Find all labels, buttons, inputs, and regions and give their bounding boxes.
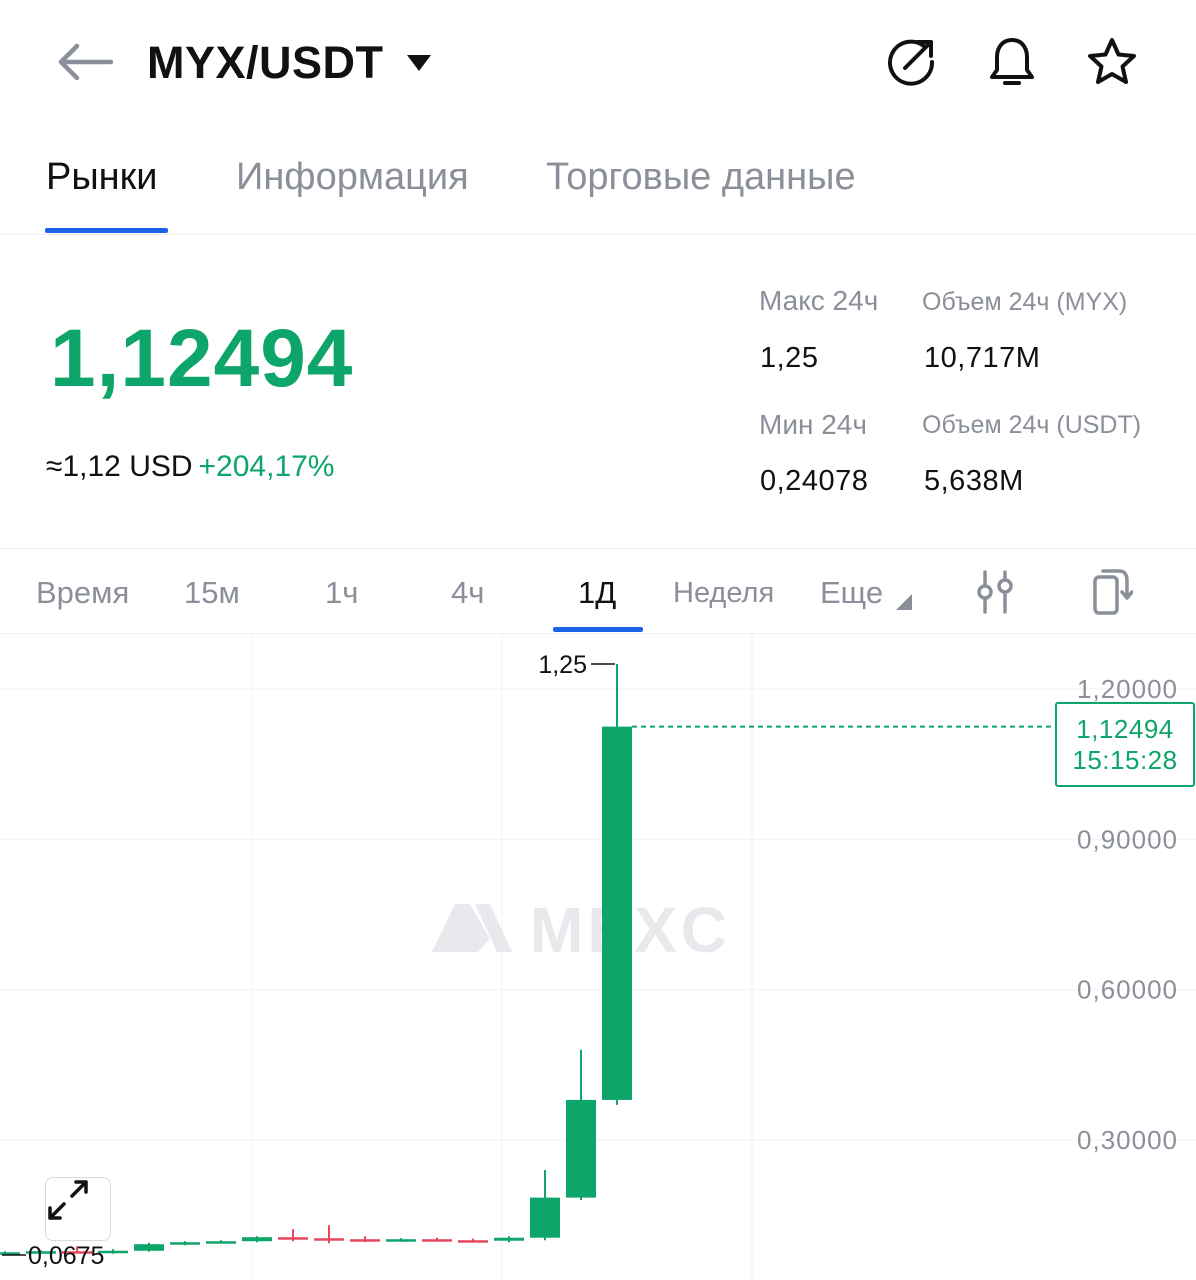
price-change-percent: +204,17% <box>198 450 335 483</box>
back-button[interactable] <box>52 34 116 90</box>
volume-base-value: 10,717M <box>924 342 1041 374</box>
interval-week[interactable]: Неделя <box>673 577 774 610</box>
pair-selector[interactable]: MYX/USDT <box>147 34 432 92</box>
interval-4h[interactable]: 4ч <box>451 575 484 611</box>
candle <box>170 1241 200 1246</box>
countdown-timer: 15:15:28 <box>1072 745 1178 775</box>
candle <box>386 1238 416 1242</box>
mexc-watermark: MEXC <box>432 894 727 966</box>
last-price-tag-value: 1,12494 <box>1076 714 1174 744</box>
interval-more-label: Еще <box>820 575 884 610</box>
last-price: 1,12494 <box>50 313 354 404</box>
max-price-marker: 1,25 <box>538 651 587 679</box>
expand-icon <box>48 1180 88 1220</box>
pair-title: MYX/USDT <box>147 37 384 88</box>
candle-body <box>566 1099 596 1198</box>
candle <box>134 1242 164 1252</box>
active-tab-indicator <box>45 228 168 233</box>
interval-15m[interactable]: 15м <box>184 575 240 611</box>
interval-1d[interactable]: 1Д <box>578 575 616 611</box>
alert-button[interactable] <box>984 34 1040 90</box>
candle-body <box>242 1237 272 1242</box>
volume-quote-value: 5,638M <box>924 465 1024 497</box>
candle-body <box>170 1242 200 1245</box>
caret-corner-icon <box>896 594 913 610</box>
main-tabs: Рынки Информация Торговые данные <box>0 140 1196 235</box>
candle-body <box>458 1240 488 1243</box>
tab-info[interactable]: Информация <box>236 156 469 199</box>
indicator-settings-button[interactable] <box>970 567 1020 617</box>
tab-markets[interactable]: Рынки <box>46 156 158 199</box>
low-24h-value: 0,24078 <box>760 465 869 497</box>
candle-body <box>530 1197 560 1238</box>
back-arrow-icon <box>58 43 113 81</box>
y-axis-tick-label: 0,30000 <box>1077 1125 1178 1155</box>
interval-more[interactable]: Еще <box>820 575 913 611</box>
candle <box>206 1240 236 1244</box>
y-axis-tick-label: 0,90000 <box>1077 824 1178 854</box>
min-price-marker: 0,0675 <box>28 1242 104 1270</box>
candle-body <box>602 726 632 1100</box>
candle-body <box>278 1237 308 1240</box>
interval-time[interactable]: Время <box>36 575 129 611</box>
candle-body <box>386 1239 416 1242</box>
bell-icon <box>990 38 1034 85</box>
candle <box>530 1170 560 1241</box>
candle-body <box>314 1238 344 1241</box>
candle <box>242 1236 272 1243</box>
fullscreen-button[interactable] <box>45 1177 111 1241</box>
low-24h-label: Мин 24ч <box>759 409 867 440</box>
interval-1h[interactable]: 1ч <box>325 575 358 611</box>
last-price-tag: 1,12494 15:15:28 <box>1055 702 1195 787</box>
interval-bar: Время 15м 1ч 4ч 1Д Неделя Еще <box>0 549 1196 634</box>
candle <box>566 1049 596 1201</box>
volume-quote-label: Объем 24ч (USDT) <box>922 411 1142 439</box>
candle <box>494 1236 524 1243</box>
high-24h-value: 1,25 <box>760 342 819 374</box>
rotate-screen-button[interactable] <box>1086 567 1136 617</box>
high-24h-label: Макс 24ч <box>759 285 879 316</box>
candle <box>0 1251 20 1255</box>
y-axis-tick-label: 0,60000 <box>1077 975 1178 1005</box>
candle <box>314 1225 344 1244</box>
sliders-icon <box>977 570 1013 614</box>
volume-base-label: Объем 24ч (MYX) <box>922 288 1128 316</box>
favorite-button[interactable] <box>1084 34 1140 90</box>
usd-price-line: ≈1,12 USD +204,17% <box>46 450 334 484</box>
candle-body <box>494 1237 524 1241</box>
candle-body <box>350 1239 380 1242</box>
candle <box>350 1236 380 1243</box>
candle <box>278 1229 308 1242</box>
active-interval-indicator <box>553 627 643 632</box>
candle <box>458 1238 488 1243</box>
rotate-phone-icon <box>1093 569 1133 615</box>
share-button[interactable] <box>883 34 939 90</box>
share-icon <box>888 39 935 86</box>
tab-trading-data[interactable]: Торговые данные <box>546 156 856 199</box>
usd-equivalent: ≈1,12 USD <box>46 450 193 483</box>
candle-body <box>134 1244 164 1251</box>
candlestick-chart[interactable]: MEXC 1,20000 0,90000 0,60000 0,30000 1,25 0,… <box>0 634 1196 1280</box>
star-icon <box>1088 38 1136 84</box>
candle-body <box>206 1241 236 1244</box>
price-chart[interactable]: MEXC 1,20000 0,90000 0,60000 0,30000 1,25 0,… <box>0 634 1196 1280</box>
top-bar: MYX/USDT <box>0 0 1196 125</box>
y-axis-tick-label: 1,20000 <box>1077 674 1178 704</box>
candle <box>422 1237 452 1242</box>
candle-body <box>422 1239 452 1242</box>
candle <box>602 663 632 1105</box>
caret-down-icon <box>406 55 431 71</box>
